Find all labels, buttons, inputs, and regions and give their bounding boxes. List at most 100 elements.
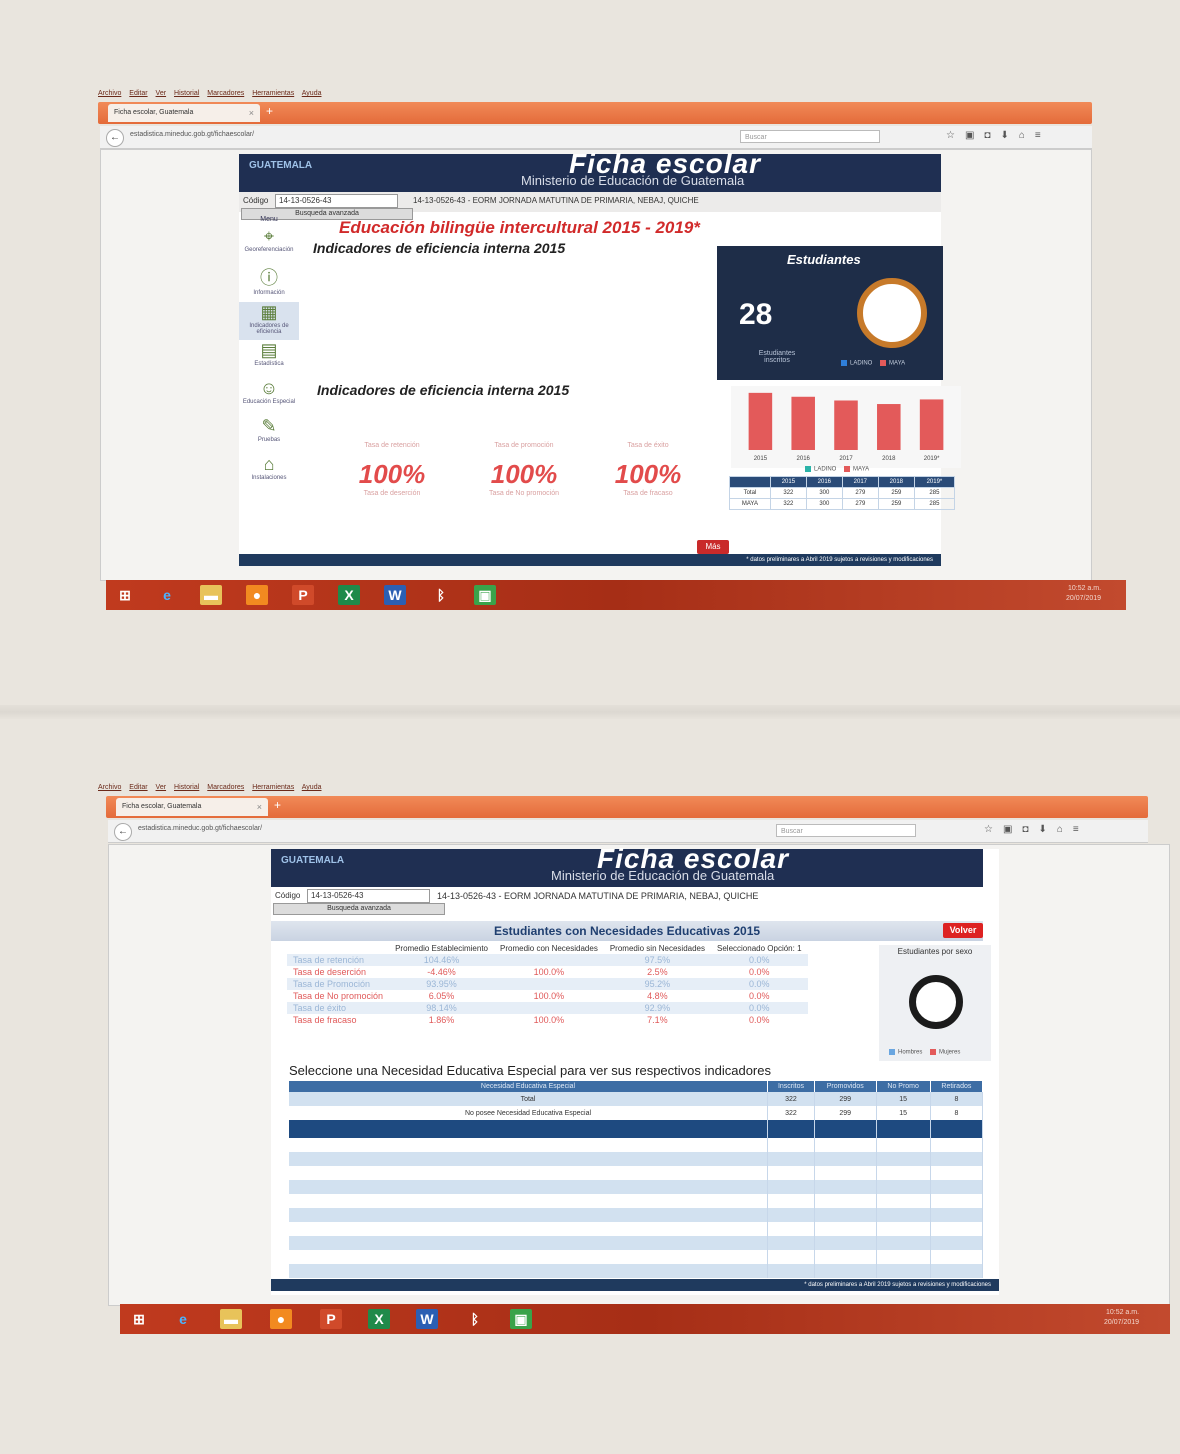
page-subtitle: Ministerio de Educación de Guatemala bbox=[521, 173, 745, 188]
menu-herramientas[interactable]: Herramientas bbox=[252, 90, 294, 97]
table-cell: 93.95% bbox=[389, 978, 494, 990]
menu-herramientas[interactable]: Herramientas bbox=[252, 784, 294, 791]
students-panel: Estudiantes 28 Estudiantes inscritos LAD… bbox=[717, 246, 943, 380]
internet-explorer-icon[interactable]: e bbox=[172, 1309, 194, 1329]
menu-historial[interactable]: Historial bbox=[174, 784, 199, 791]
x-tick-label: 2015 bbox=[754, 456, 768, 462]
table-cell: 300 bbox=[805, 487, 843, 499]
system-clock[interactable]: 10:52 a.m. 20/07/2019 bbox=[1104, 1308, 1139, 1328]
file-explorer-icon[interactable]: ▬ bbox=[200, 585, 222, 605]
tab-title: Ficha escolar, Guatemala bbox=[122, 803, 202, 810]
powerpoint-icon[interactable]: P bbox=[320, 1309, 342, 1329]
table-header-cell: Seleccionado Opción: 1 bbox=[717, 944, 802, 953]
table-header-cell: No Promo bbox=[876, 1081, 931, 1092]
close-icon[interactable]: × bbox=[257, 798, 262, 816]
toolbar-icons[interactable]: ☆▣◘⬇⌂≡ bbox=[984, 824, 1089, 835]
menu-marcadores[interactable]: Marcadores bbox=[207, 784, 244, 791]
page-subtitle: Ministerio de Educación de Guatemala bbox=[551, 868, 775, 883]
menu-archivo[interactable]: Archivo bbox=[98, 90, 121, 97]
table-cell: 259 bbox=[877, 487, 915, 499]
close-icon[interactable]: × bbox=[249, 104, 254, 122]
excel-icon[interactable]: X bbox=[368, 1309, 390, 1329]
table-row bbox=[289, 1120, 984, 1138]
guatemala-logo: GUATEMALA bbox=[249, 160, 313, 171]
search-input[interactable]: Buscar bbox=[776, 824, 916, 837]
toolbar-icons[interactable]: ☆▣◘⬇⌂≡ bbox=[946, 130, 1051, 141]
bluetooth-icon[interactable]: ᛒ bbox=[430, 585, 452, 605]
word-icon[interactable]: W bbox=[416, 1309, 438, 1329]
menu-ayuda[interactable]: Ayuda bbox=[302, 784, 322, 791]
menu-item-georef[interactable]: ⌖ Georeferenciación bbox=[239, 226, 299, 264]
excel-icon[interactable]: X bbox=[338, 585, 360, 605]
back-arrow-icon[interactable]: ← bbox=[106, 129, 124, 147]
table-cell: 95.2% bbox=[603, 978, 712, 990]
firefox-icon[interactable]: ● bbox=[270, 1309, 292, 1329]
url-field[interactable]: estadistica.mineduc.gob.gt/fichaescolar/ bbox=[130, 131, 690, 143]
browser-tab[interactable]: Ficha escolar, Guatemala × bbox=[108, 104, 260, 122]
firefox-icon[interactable]: ● bbox=[246, 585, 268, 605]
system-clock[interactable]: 10:52 a.m. 20/07/2019 bbox=[1066, 584, 1101, 604]
menu-historial[interactable]: Historial bbox=[174, 90, 199, 97]
menu-item-pruebas[interactable]: ✎ Pruebas bbox=[239, 416, 299, 454]
menu-marcadores[interactable]: Marcadores bbox=[207, 90, 244, 97]
table-header-cell: Promedio sin Necesidades bbox=[609, 944, 706, 953]
app-icon[interactable]: ▣ bbox=[474, 585, 496, 605]
browser-viewport: GUATEMALA Ficha escolar Ministerio de Ed… bbox=[100, 148, 1092, 581]
menu-ayuda[interactable]: Ayuda bbox=[302, 90, 322, 97]
table-header: Promedio Establecimiento Promedio con Ne… bbox=[287, 943, 808, 954]
table-row: Total 322 300 279 259 285 bbox=[729, 487, 956, 499]
codigo-input[interactable]: 14-13-0526-43 bbox=[307, 889, 430, 903]
menu-item-instalaciones[interactable]: ⌂ Instalaciones bbox=[239, 454, 299, 492]
menu-item-label: Indicadores de eficiencia bbox=[249, 323, 289, 335]
internet-explorer-icon[interactable]: e bbox=[156, 585, 178, 605]
table-cell: 8 bbox=[930, 1106, 984, 1120]
powerpoint-icon[interactable]: P bbox=[292, 585, 314, 605]
mas-button[interactable]: Más bbox=[697, 540, 729, 554]
students-number: 28 bbox=[739, 298, 773, 331]
menu-item-label: Pruebas bbox=[257, 437, 281, 443]
menu-archivo[interactable]: Archivo bbox=[98, 784, 121, 791]
app-icon[interactable]: ▣ bbox=[510, 1309, 532, 1329]
bluetooth-icon[interactable]: ᛒ bbox=[464, 1309, 486, 1329]
table-row[interactable]: No posee Necesidad Educativa Especial 32… bbox=[289, 1106, 984, 1120]
table-cell: 4.8% bbox=[647, 991, 668, 1001]
table-cell: 322 bbox=[767, 1106, 815, 1120]
table-row bbox=[289, 1236, 984, 1250]
section-title: Estudiantes con Necesidades Educativas 2… bbox=[271, 921, 983, 941]
row-label: Tasa de deserción bbox=[293, 967, 367, 977]
table-cell: 100.0% bbox=[533, 967, 565, 977]
menu-item-indicadores[interactable]: ▦ Indicadores de eficiencia bbox=[239, 302, 299, 340]
table-row[interactable]: Total 322 299 15 8 bbox=[289, 1092, 984, 1106]
table-row bbox=[289, 1180, 984, 1194]
windows-start-icon[interactable]: ⊞ bbox=[114, 585, 136, 605]
menu-item-estadistica[interactable]: ▤ Estadística bbox=[239, 340, 299, 378]
row-label: Tasa de No promoción bbox=[293, 991, 384, 1001]
bar-maya-2016 bbox=[791, 396, 815, 450]
menu-item-especial[interactable]: ☺ Educación Especial bbox=[239, 378, 299, 416]
new-tab-icon[interactable]: + bbox=[274, 798, 281, 812]
codigo-input[interactable]: 14-13-0526-43 bbox=[275, 194, 398, 208]
menu-editar[interactable]: Editar bbox=[129, 90, 147, 97]
volver-button[interactable]: Volver bbox=[943, 923, 983, 938]
advanced-search-button[interactable]: Busqueda avanzada bbox=[273, 903, 445, 915]
url-field[interactable]: estadistica.mineduc.gob.gt/fichaescolar/ bbox=[138, 825, 698, 837]
word-icon[interactable]: W bbox=[384, 585, 406, 605]
windows-start-icon[interactable]: ⊞ bbox=[128, 1309, 150, 1329]
menu-ver[interactable]: Ver bbox=[156, 784, 167, 791]
back-arrow-icon[interactable]: ← bbox=[114, 823, 132, 841]
table-row: Tasa de retención 104.46% 97.5% 0.0% bbox=[287, 954, 808, 966]
search-input[interactable]: Buscar bbox=[740, 130, 880, 143]
table-cell: 299 bbox=[814, 1106, 877, 1120]
table-row: MAYA 322 300 279 259 285 bbox=[729, 498, 956, 510]
table-row bbox=[289, 1152, 984, 1166]
browser-tab[interactable]: Ficha escolar, Guatemala × bbox=[116, 798, 268, 816]
menu-editar[interactable]: Editar bbox=[129, 784, 147, 791]
row-label: Tasa de éxito bbox=[287, 1002, 390, 1014]
file-explorer-icon[interactable]: ▬ bbox=[220, 1309, 242, 1329]
legend-swatch-hombres bbox=[889, 1049, 895, 1055]
new-tab-icon[interactable]: + bbox=[266, 104, 273, 118]
menu-ver[interactable]: Ver bbox=[156, 90, 167, 97]
table-header-cell: Promedio con Necesidades bbox=[500, 944, 598, 953]
menu-item-info[interactable]: ⓘ Información bbox=[239, 264, 299, 302]
students-table: 2015 2016 2017 2018 2019* Total 322 300 … bbox=[729, 476, 956, 510]
